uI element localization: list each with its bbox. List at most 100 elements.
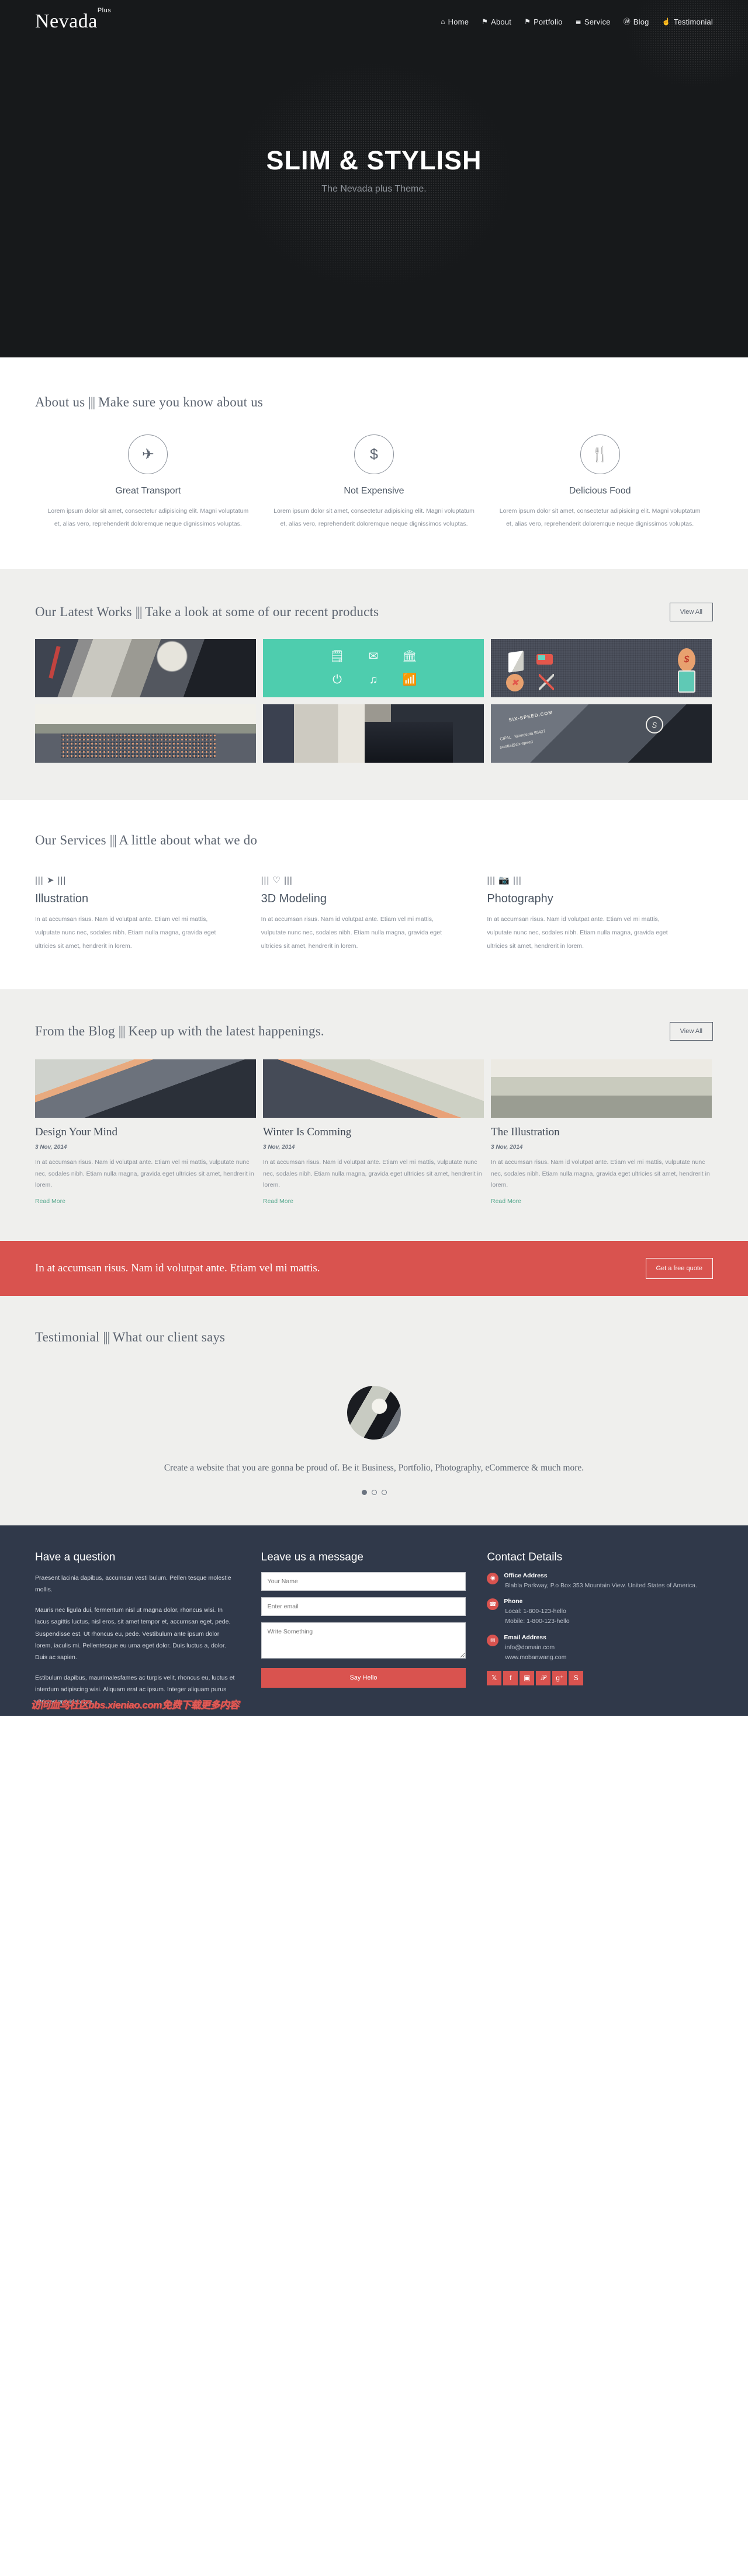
blog-view-all-button[interactable]: View All <box>669 1022 713 1041</box>
blog-post-card: Winter Is Comming 3 Nov, 2014 In at accu… <box>263 1059 484 1205</box>
nav-item-blog[interactable]: Ⓦ Blog <box>624 18 649 26</box>
about-card-text: Lorem ipsum dolor sit amet, consectetur … <box>273 507 475 528</box>
blog-read-more-link[interactable]: Read More <box>35 1198 65 1205</box>
logo-superscript: Plus <box>97 6 112 14</box>
portfolio-tile-mason-jar[interactable] <box>35 639 256 698</box>
portfolio-tile-business-card[interactable]: SIX-SPEED.COM CIPAL Minnesota 55427 scio… <box>491 704 712 763</box>
pinterest-icon[interactable]: 𝒫 <box>536 1670 551 1685</box>
google-plus-icon[interactable]: g⁺ <box>552 1670 567 1685</box>
portfolio-tile-bicycle-street[interactable] <box>263 704 484 763</box>
envelope-icon: ✉ <box>487 1635 499 1647</box>
services-section: Our Services ||| A little about what we … <box>0 800 748 990</box>
about-card-heading: Great Transport <box>115 486 181 496</box>
message-field[interactable] <box>261 1622 466 1659</box>
blog-read-more-link[interactable]: Read More <box>263 1198 293 1205</box>
portfolio-tile-flat-icons[interactable] <box>491 639 712 698</box>
contact-value: Blabla Parkway, P.o Box 353 Mountain Vie… <box>505 1581 697 1589</box>
footer-message-heading: Leave us a message <box>261 1551 363 1563</box>
airplane-icon: ✈ <box>128 434 168 474</box>
portfolio-section-title: Our Latest Works ||| Take a look at some… <box>35 604 379 620</box>
blog-post-date: 3 Nov, 2014 <box>263 1144 295 1151</box>
portfolio-tile-line-icons[interactable]: 🗒 ✉ 🏛 ⏻ ♫ 📶 <box>263 639 484 698</box>
divider-bars-icon: ||| <box>118 1024 126 1039</box>
hero-title: SLIM & STYLISH <box>266 145 482 175</box>
blog-section: From the Blog ||| Keep up with the lates… <box>0 989 748 1241</box>
about-title-main: About us <box>35 395 85 409</box>
slider-dot-1[interactable] <box>361 1489 367 1495</box>
portfolio-view-all-button[interactable]: View All <box>669 603 713 622</box>
blog-post-title[interactable]: Winter Is Comming <box>263 1126 484 1139</box>
avatar <box>347 1385 401 1440</box>
list-icon: ≣ <box>575 18 581 26</box>
blog-title-sub: Keep up with the latest happenings. <box>128 1024 324 1039</box>
contact-row-email: ✉ Email Address info@domain.com www.moba… <box>487 1634 713 1663</box>
wordpress-icon: Ⓦ <box>623 18 631 26</box>
blog-post-thumbnail[interactable] <box>491 1059 712 1118</box>
twitter-icon[interactable]: 𝕏 <box>487 1670 502 1685</box>
slider-dot-3[interactable] <box>381 1489 387 1495</box>
nav-item-portfolio[interactable]: ⚑ Portfolio <box>524 18 562 26</box>
services-title-main: Our Services <box>35 833 106 848</box>
footer-contact-column: Contact Details ◉ Office Address Blabla … <box>487 1551 713 1716</box>
nav-item-home[interactable]: ⌂ Home <box>441 18 469 26</box>
blog-read-more-link[interactable]: Read More <box>491 1198 521 1205</box>
site-logo[interactable]: NevadaPlus <box>35 7 111 32</box>
main-navigation[interactable]: ⌂ Home ⚑ About ⚑ Portfolio ≣ Service Ⓦ Blog ☝… <box>441 18 713 26</box>
about-card: ✈ Great Transport Lorem ipsum dolor sit … <box>35 434 261 530</box>
about-card-text: Lorem ipsum dolor sit amet, consectetur … <box>499 507 701 528</box>
testimonial-title-sub: What our client says <box>112 1329 226 1344</box>
service-card: ||| ♡ ||| 3D Modeling In at accumsan ris… <box>261 875 487 953</box>
slider-dot-2[interactable] <box>371 1489 377 1495</box>
service-heading: 3D Modeling <box>261 892 327 906</box>
skype-icon[interactable]: S <box>569 1670 584 1685</box>
card-email-text: sciotta@six-speed <box>499 740 534 750</box>
cube-icon <box>508 651 524 673</box>
blog-title-main: From the Blog <box>35 1024 115 1039</box>
portfolio-title-sub: Take a look at some of our recent produc… <box>145 604 379 620</box>
about-card: 🍴 Delicious Food Lorem ipsum dolor sit a… <box>487 434 713 530</box>
nav-item-testimonial[interactable]: ☝ Testimonial <box>662 18 713 26</box>
contact-label: Phone <box>504 1598 523 1605</box>
portfolio-section: Our Latest Works ||| Take a look at some… <box>0 569 748 801</box>
service-heading: Photography <box>487 892 553 906</box>
blog-post-thumbnail[interactable] <box>35 1059 256 1118</box>
portfolio-header: Our Latest Works ||| Take a look at some… <box>35 603 713 622</box>
watermark-text: 访问血鸟社区bbs.xieniao.com免费下载更多内容 <box>30 1699 239 1711</box>
building-icon: 🏛 <box>402 650 417 663</box>
nav-item-about[interactable]: ⚑ About <box>482 18 511 26</box>
instagram-icon[interactable]: ▣ <box>520 1670 535 1685</box>
testimonial-slider-dots[interactable] <box>35 1489 713 1495</box>
divider-bars-icon: ||| <box>88 395 95 409</box>
line-icon-set: 🗒 ✉ 🏛 ⏻ ♫ 📶 <box>327 648 420 689</box>
say-hello-button[interactable]: Say Hello <box>261 1667 466 1688</box>
power-icon: ⏻ <box>333 673 342 687</box>
camera-icon: 📷 <box>498 875 510 886</box>
testimonial-title-main: Testimonial <box>35 1329 100 1344</box>
services-section-title: Our Services ||| A little about what we … <box>35 833 713 848</box>
contact-label: Office Address <box>504 1572 548 1579</box>
facebook-icon[interactable]: f <box>503 1670 518 1685</box>
service-icon-row: ||| 📷 ||| <box>487 875 522 886</box>
portfolio-tile-forest-logs[interactable] <box>35 704 256 763</box>
get-free-quote-button[interactable]: Get a free quote <box>645 1257 713 1279</box>
nav-item-service[interactable]: ≣ Service <box>576 18 611 26</box>
blog-post-title[interactable]: Design Your Mind <box>35 1126 256 1139</box>
nav-label: About <box>491 17 512 26</box>
envelope-icon: ✉ <box>368 650 379 663</box>
email-field[interactable] <box>261 1597 466 1616</box>
social-links[interactable]: 𝕏 f ▣ 𝒫 g⁺ S <box>487 1670 713 1685</box>
name-field[interactable] <box>261 1572 466 1591</box>
services-grid: ||| ➤ ||| Illustration In at accumsan ri… <box>35 875 713 953</box>
cta-text: In at accumsan risus. Nam id volutpat an… <box>35 1261 320 1274</box>
dollar-icon: $ <box>354 434 394 474</box>
about-card-heading: Not Expensive <box>344 486 404 496</box>
service-text: In at accumsan risus. Nam id volutpat an… <box>487 916 668 950</box>
blog-post-title[interactable]: The Illustration <box>491 1126 712 1139</box>
services-title-sub: A little about what we do <box>119 833 258 848</box>
card-line-text: CIPAL Minnesota 55427 <box>500 729 546 742</box>
service-text: In at accumsan risus. Nam id volutpat an… <box>35 916 216 950</box>
blog-post-thumbnail[interactable] <box>263 1059 484 1118</box>
scissors-icon <box>506 674 524 692</box>
divider-bars-icon: ||| <box>109 833 117 848</box>
thumbs-up-icon: ☝ <box>662 18 671 26</box>
